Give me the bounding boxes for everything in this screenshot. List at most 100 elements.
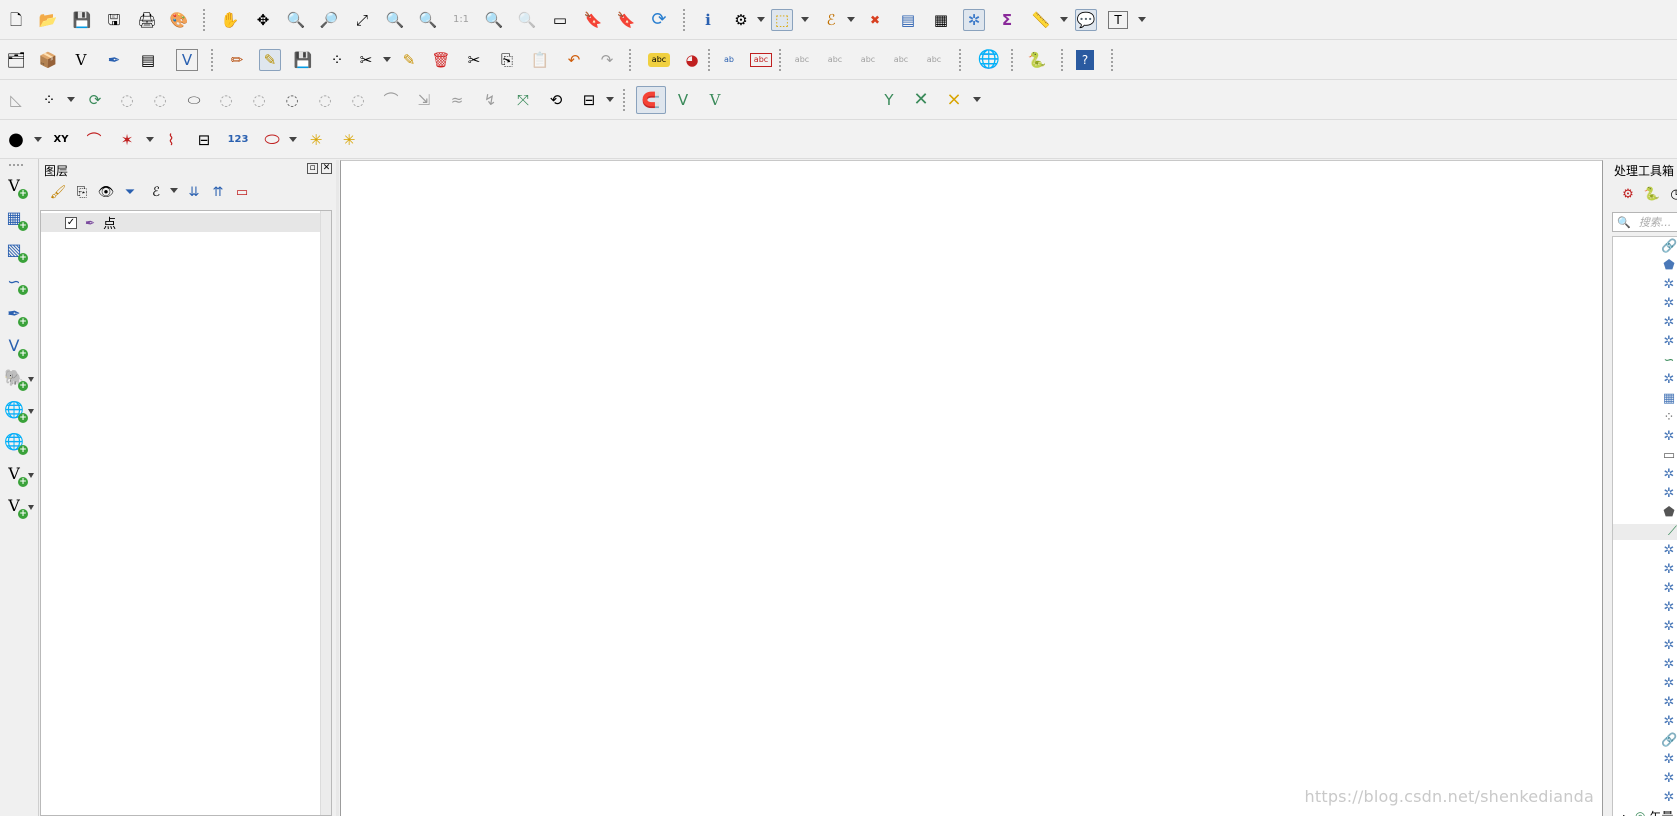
zoom-last-icon[interactable]: 🔍 — [483, 9, 505, 31]
collapse-all-icon[interactable]: ⇈ — [208, 182, 228, 202]
delete-selected-icon[interactable]: 🗑 — [430, 49, 452, 71]
change-label-props-icon[interactable]: abc — [923, 49, 945, 71]
reverse-line-icon[interactable]: ⟲ — [545, 89, 567, 111]
algorithm-item-selected[interactable]: ⟋ — [1613, 524, 1677, 540]
measure-icon[interactable]: 📏 — [1030, 9, 1052, 31]
expand-all-icon[interactable]: ⇊ — [184, 182, 204, 202]
measure-area-icon[interactable]: ⊟ — [193, 129, 215, 151]
cut-features-icon[interactable]: ✂ — [463, 49, 485, 71]
algorithm-item-icon[interactable]: ✲ — [1661, 600, 1677, 616]
zoom-out-icon[interactable]: 🔎 — [318, 9, 340, 31]
label-toolbar-icon[interactable]: abc — [648, 53, 670, 67]
identify-icon[interactable]: ℹ — [697, 9, 719, 31]
toggle-editing-icon[interactable]: ✎ — [259, 49, 281, 71]
copy-features-icon[interactable]: ⎘ — [496, 49, 518, 71]
expand-arrow-icon[interactable]: ▸ — [1623, 812, 1627, 816]
chevron-down-icon[interactable] — [757, 17, 765, 22]
deselect-all-icon[interactable]: ✖ — [864, 9, 886, 31]
algorithm-item-icon[interactable]: ▭ — [1661, 448, 1677, 464]
offset-curve-icon[interactable]: ◌ — [215, 89, 237, 111]
rotate-point-symbols-icon[interactable]: ⌒ — [380, 89, 402, 111]
chevron-down-icon[interactable] — [289, 137, 297, 142]
models-icon[interactable]: ⚙ — [1618, 184, 1638, 204]
new-virtual-layer-icon[interactable]: V — [176, 49, 198, 71]
close-icon[interactable]: ✕ — [321, 163, 332, 174]
add-circular-string-icon[interactable]: ⌒ — [83, 129, 105, 151]
bookmark-icon[interactable]: 🔖 — [582, 9, 604, 31]
algorithm-item-icon[interactable]: ⁘ — [1661, 410, 1677, 426]
select-by-expression-icon[interactable]: ℰ — [820, 9, 842, 31]
chevron-down-icon[interactable] — [383, 57, 391, 62]
algorithm-item-icon[interactable]: ✲ — [1661, 486, 1677, 502]
merge-attributes-icon[interactable]: ◌ — [347, 89, 369, 111]
manage-visibility-icon[interactable]: 👁 — [96, 182, 116, 202]
vertex-tool-icon[interactable]: ✂ — [355, 49, 377, 71]
chevron-down-icon[interactable] — [801, 17, 809, 22]
add-wms-icon[interactable]: 🌐 + — [2, 397, 28, 423]
statistics-icon[interactable]: Σ — [996, 9, 1018, 31]
align-icon[interactable]: ⊟ — [578, 89, 600, 111]
chevron-down-icon[interactable] — [28, 505, 34, 510]
fill-ring-icon[interactable]: ⟳ — [84, 89, 106, 111]
map-tips-icon[interactable]: 💬 — [1075, 9, 1097, 31]
algorithm-item-icon[interactable]: ⬟ — [1661, 258, 1677, 274]
algorithm-item-icon[interactable]: ▦ — [1661, 391, 1677, 407]
data-source-manager-icon[interactable]: 🗂 — [5, 49, 27, 71]
add-postgis-icon[interactable]: 🐘 + — [2, 365, 28, 391]
algorithm-item-icon[interactable]: ✲ — [1661, 676, 1677, 692]
rotate-label-icon[interactable]: abc — [857, 49, 879, 71]
chevron-down-icon[interactable] — [170, 188, 178, 193]
layer-visibility-checkbox[interactable]: ✓ — [65, 216, 77, 229]
zoom-full-icon[interactable]: ⤢ — [351, 9, 373, 31]
zoom-next-icon[interactable]: 🔍 — [516, 9, 538, 31]
history-icon[interactable]: ◷ — [1666, 184, 1677, 204]
chevron-down-icon[interactable] — [146, 137, 154, 142]
delete-ring-icon[interactable]: ◌ — [116, 89, 138, 111]
algorithm-item-icon[interactable]: ✲ — [1661, 296, 1677, 312]
zoom-to-selection-icon[interactable]: 🔍 — [384, 9, 406, 31]
select-features-icon[interactable]: ⬚ — [771, 9, 793, 31]
new-geopackage-icon[interactable]: 📦 — [37, 49, 59, 71]
snapping-type-icon[interactable]: V — [704, 89, 726, 111]
new-project-icon[interactable]: 🗋 — [5, 9, 27, 31]
algorithm-item-icon[interactable]: ✲ — [1661, 277, 1677, 293]
remove-layer-icon[interactable]: ▭ — [232, 182, 252, 202]
algorithm-item-icon[interactable]: ✲ — [1661, 638, 1677, 654]
layer-tree-scrollbar[interactable] — [320, 211, 331, 815]
add-virtual-layer-icon[interactable]: V + — [2, 333, 28, 359]
merge-features-icon[interactable]: ◌ — [314, 89, 336, 111]
save-project-icon[interactable]: 💾 — [71, 9, 93, 31]
delete-part-icon[interactable]: ◌ — [149, 89, 171, 111]
chevron-down-icon[interactable] — [1138, 17, 1146, 22]
style-manager-icon[interactable]: 🎨 — [168, 9, 190, 31]
add-wfs-icon[interactable]: V + — [2, 461, 28, 487]
split-parts-icon[interactable]: ◌ — [281, 89, 303, 111]
field-calculator-icon[interactable]: ▦ — [930, 9, 952, 31]
point-tool-icon[interactable]: ✳ — [338, 129, 360, 151]
zoom-native-icon[interactable]: 1:1 — [450, 9, 472, 31]
chevron-down-icon[interactable] — [34, 137, 42, 142]
algorithm-item-icon[interactable]: ✲ — [1661, 429, 1677, 445]
globe-icon[interactable]: 🌐 — [978, 49, 1000, 71]
algorithm-item-icon[interactable]: ✲ — [1661, 467, 1677, 483]
filter-expression-icon[interactable]: ℰ — [146, 182, 166, 202]
pin-labels-icon[interactable]: ab — [718, 49, 740, 71]
circle-tool-icon[interactable]: ● — [5, 129, 27, 151]
show-hide-labels-icon[interactable]: abc — [791, 49, 813, 71]
pan-icon[interactable]: ✋ — [219, 9, 241, 31]
add-xy-point-icon[interactable]: XY — [50, 129, 72, 151]
new-shapefile-icon[interactable]: V — [70, 49, 92, 71]
add-wcs-icon[interactable]: 🌐 + — [2, 429, 28, 455]
algorithm-item-icon[interactable]: ✲ — [1661, 543, 1677, 559]
new-temp-layer-icon[interactable]: ▤ — [137, 49, 159, 71]
add-raster-layer-icon[interactable]: ▦ + — [2, 205, 28, 231]
processing-search-input[interactable]: 🔍 搜索... — [1612, 212, 1677, 232]
new-map-view-icon[interactable]: ▭ — [549, 9, 571, 31]
offset-point-symbols-icon[interactable]: ⇲ — [413, 89, 435, 111]
split-features-icon[interactable]: ◌ — [248, 89, 270, 111]
save-as-icon[interactable]: 🖫 — [103, 9, 125, 31]
help-icon[interactable]: ? — [1076, 50, 1094, 70]
run-action-icon[interactable]: ⚙ — [730, 9, 752, 31]
chevron-down-icon[interactable] — [28, 409, 34, 414]
algorithm-item-icon[interactable]: ✲ — [1661, 562, 1677, 578]
